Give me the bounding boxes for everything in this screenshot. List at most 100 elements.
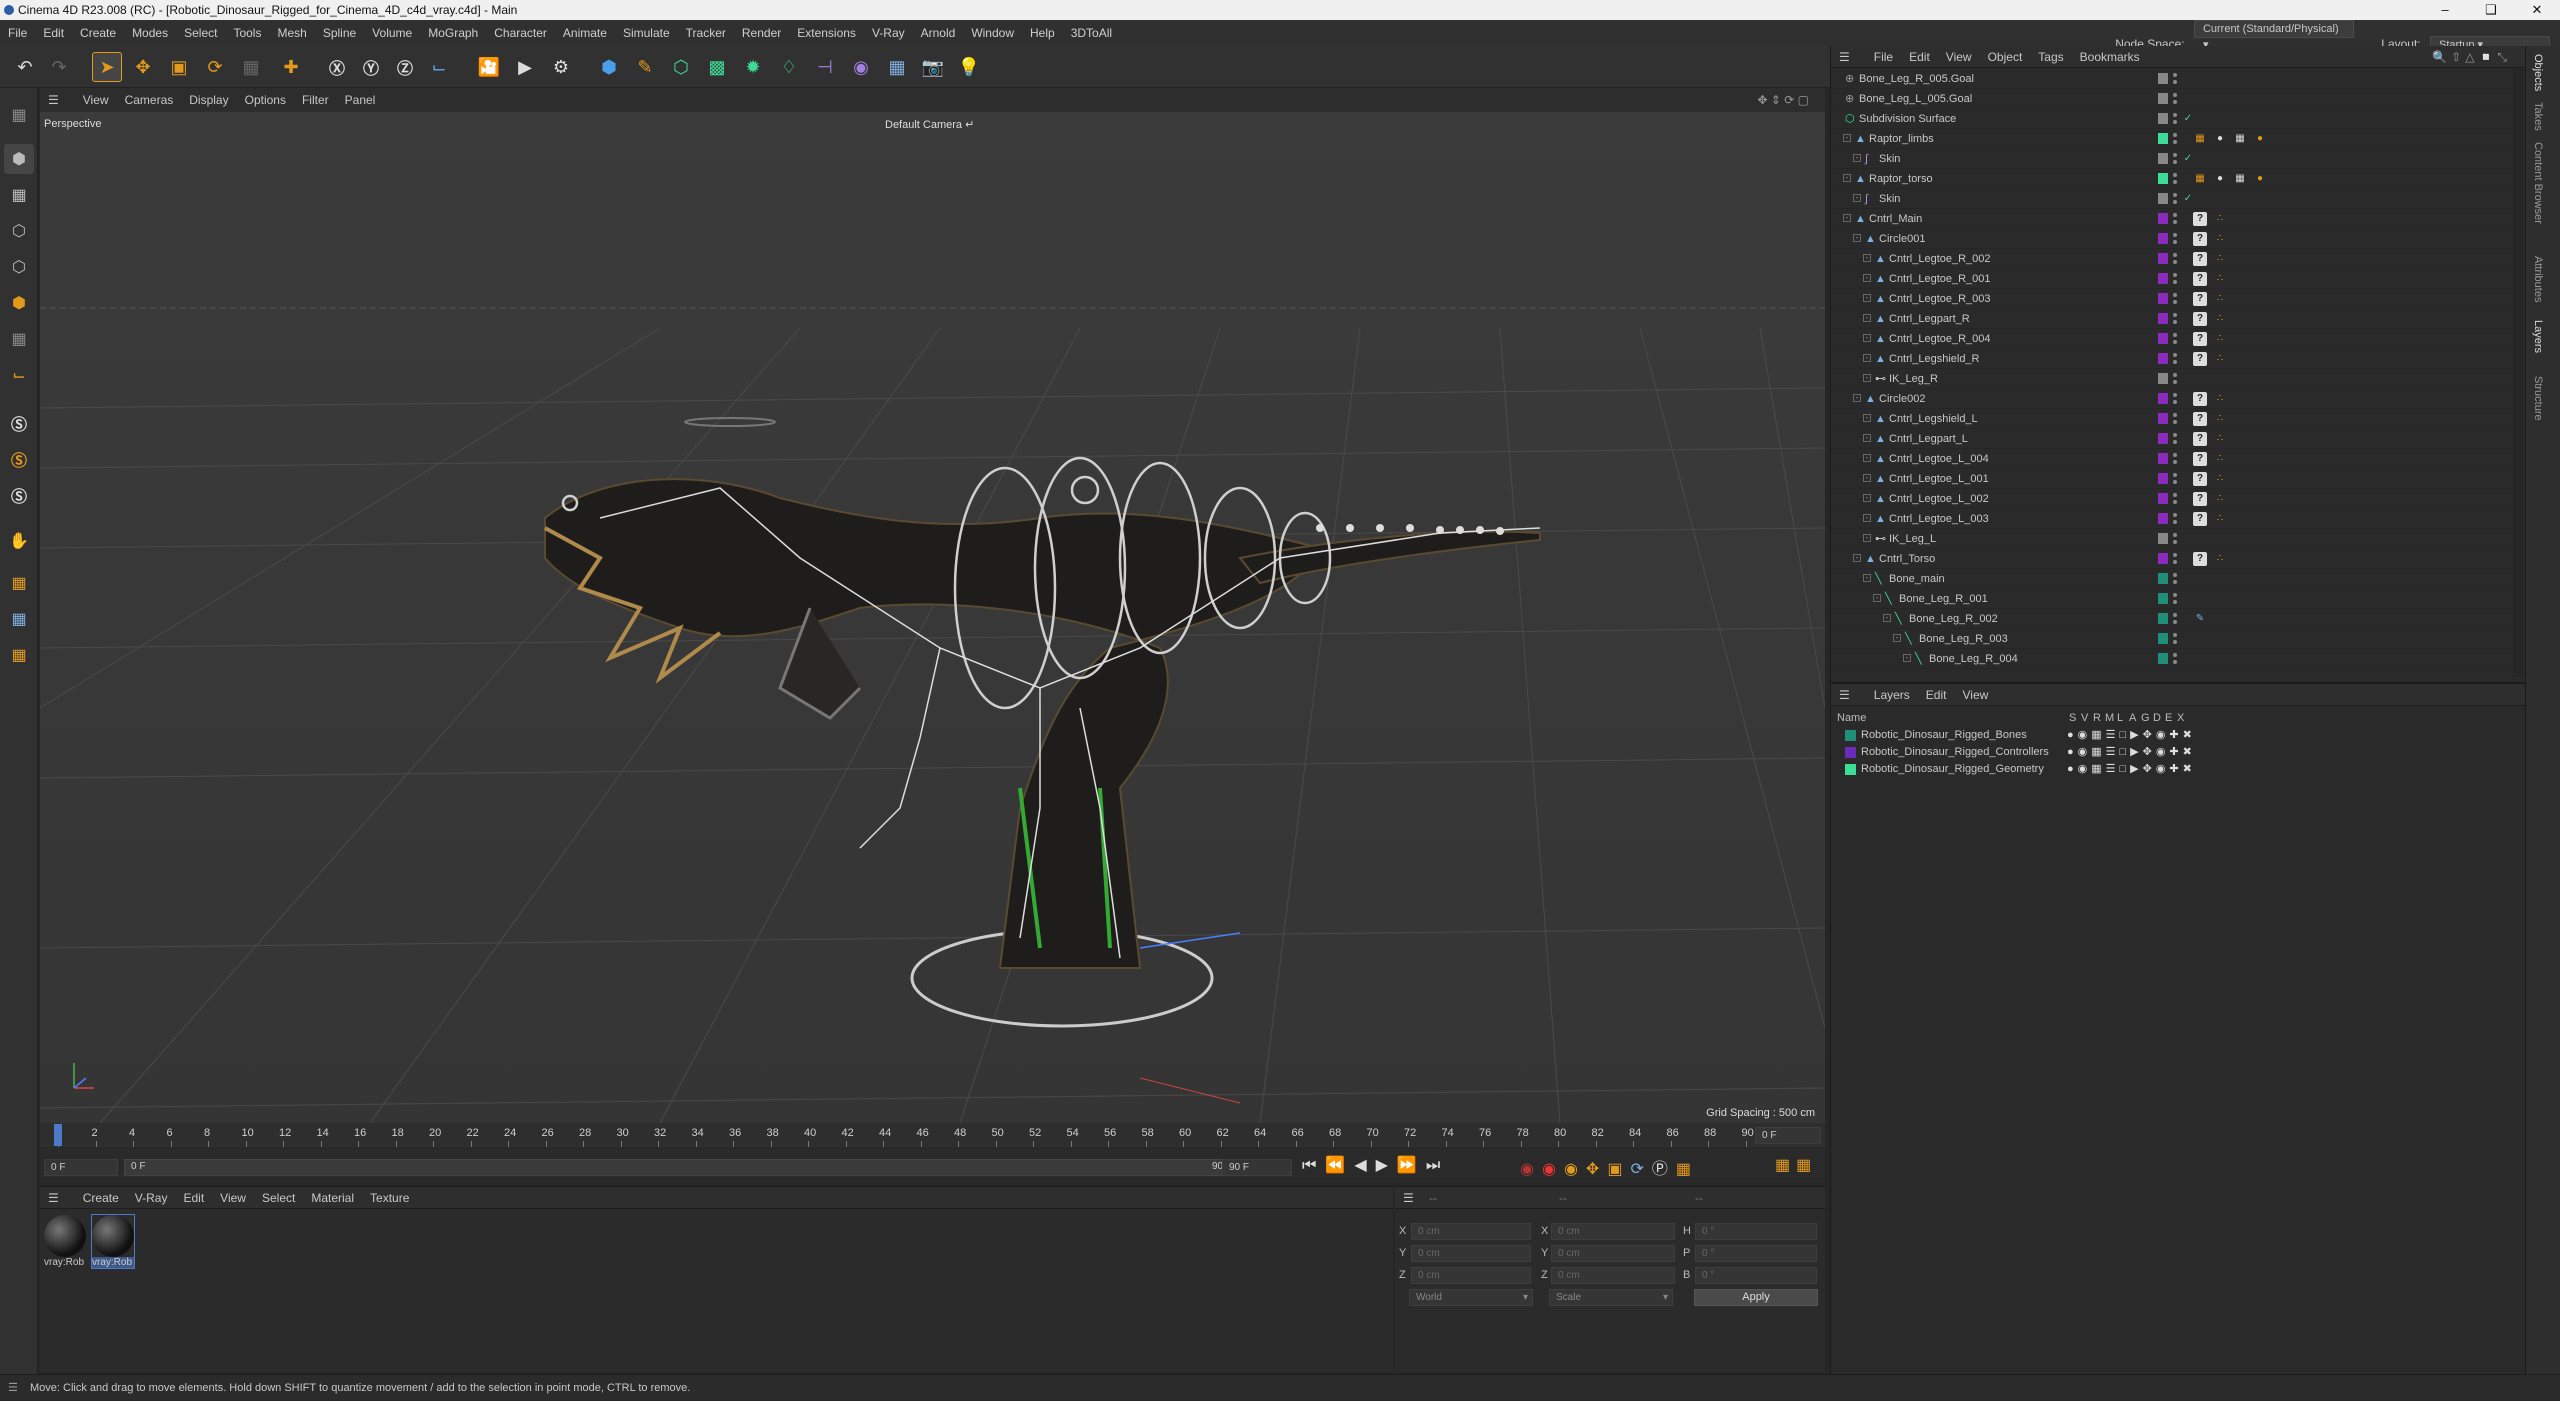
workplane-snap-icon[interactable]: Ⓢ — [4, 480, 34, 510]
question-tag-icon[interactable]: ? — [2193, 412, 2207, 426]
size-field[interactable]: 0 cm — [1551, 1223, 1675, 1240]
object-row[interactable]: - ▲ Cntrl_Legshield_R? ∴ — [1831, 349, 2511, 369]
object-search-icons[interactable]: 🔍⇧△◽⤡ — [2424, 46, 2519, 68]
layer-color-swatch[interactable] — [2158, 93, 2168, 104]
menu-window[interactable]: Window — [963, 20, 1022, 46]
checkmark-icon[interactable]: ✓ — [2181, 192, 2195, 206]
question-tag-icon[interactable]: ? — [2193, 492, 2207, 506]
visibility-dots-icon[interactable] — [2173, 532, 2177, 546]
visibility-dots-icon[interactable] — [2173, 452, 2177, 466]
object-name[interactable]: Circle002 — [1879, 389, 1925, 409]
object-row[interactable]: - ▲ Cntrl_Legtoe_L_004? ∴ — [1831, 449, 2511, 469]
xpresso-tag-icon[interactable]: ∴ — [2213, 312, 2227, 326]
rotation-field[interactable]: 0 ° — [1695, 1267, 1817, 1284]
tree-expander-icon[interactable]: - — [1853, 154, 1861, 162]
menu-animate[interactable]: Animate — [555, 20, 615, 46]
visibility-dots-icon[interactable] — [2173, 72, 2177, 86]
redo-icon[interactable]: ↷ — [44, 52, 74, 82]
material-tag-icon[interactable]: ▦ — [2233, 172, 2247, 186]
object-name[interactable]: Cntrl_Main — [1869, 209, 1922, 229]
keyframe-controls[interactable]: ◉◉◉✥▣⟳Ⓟ▦ — [1520, 1155, 1699, 1179]
playhead[interactable] — [54, 1124, 62, 1146]
object-name[interactable]: Cntrl_Legtoe_R_001 — [1889, 269, 1991, 289]
visibility-dots-icon[interactable] — [2173, 152, 2177, 166]
viewport-menu-cameras[interactable]: Cameras — [117, 88, 182, 112]
object-row[interactable]: - ╲ Bone_Leg_R_001 — [1831, 589, 2511, 609]
add-icon[interactable]: ✚ — [276, 52, 306, 82]
playback-controls[interactable]: ⏮⏪◀▶⏩⏭ — [1302, 1155, 1449, 1175]
menu-volume[interactable]: Volume — [364, 20, 420, 46]
grid-icon[interactable]: ▦ — [4, 604, 34, 634]
material-tag-icon[interactable]: ▦ — [2233, 132, 2247, 146]
layer-name[interactable]: Robotic_Dinosaur_Rigged_Bones — [1861, 727, 2027, 744]
object-row[interactable]: - ╲ Bone_Leg_R_002 ✎ — [1831, 609, 2511, 629]
object-scrollbar[interactable] — [2513, 69, 2523, 677]
question-tag-icon[interactable]: ? — [2193, 312, 2207, 326]
visibility-dots-icon[interactable] — [2173, 372, 2177, 386]
object-menu-view[interactable]: View — [1938, 46, 1980, 68]
layer-color-swatch[interactable] — [2158, 373, 2168, 384]
coordinate-system-icon[interactable]: ⌙ — [424, 52, 454, 82]
visibility-dots-icon[interactable] — [2173, 432, 2177, 446]
object-row[interactable]: - ∫ Skin ✓ — [1831, 149, 2511, 169]
scale-icon[interactable]: ▣ — [164, 52, 194, 82]
tree-expander-icon[interactable]: - — [1843, 214, 1851, 222]
object-name[interactable]: Bone_Leg_R_003 — [1919, 629, 2008, 649]
xpresso-tag-icon[interactable]: ∴ — [2213, 392, 2227, 406]
viewport-menu-display[interactable]: Display — [181, 88, 236, 112]
visibility-dots-icon[interactable] — [2173, 172, 2177, 186]
visibility-dots-icon[interactable] — [2173, 232, 2177, 246]
object-name[interactable]: Skin — [1879, 149, 1900, 169]
material-hamburger-icon[interactable]: ☰ — [40, 1187, 67, 1209]
axis-mode-icon[interactable]: ⌙ — [4, 360, 34, 390]
viewport-camera-label[interactable]: Default Camera ↵ — [885, 118, 974, 131]
size-field[interactable]: 0 cm — [1551, 1245, 1675, 1262]
layer-color-swatch[interactable] — [2158, 293, 2168, 304]
snap-settings-icon[interactable]: Ⓢ — [4, 444, 34, 474]
position-field[interactable]: 0 cm — [1411, 1267, 1531, 1284]
visibility-dots-icon[interactable] — [2173, 592, 2177, 606]
menu-mesh[interactable]: Mesh — [269, 20, 314, 46]
object-row[interactable]: - ▲ Cntrl_Legtoe_R_004? ∴ — [1831, 329, 2511, 349]
question-tag-icon[interactable]: ? — [2193, 392, 2207, 406]
object-name[interactable]: Bone_Leg_R_002 — [1909, 609, 1998, 629]
layer-color-swatch[interactable] — [2158, 413, 2168, 424]
object-name[interactable]: Cntrl_Legtoe_L_004 — [1889, 449, 1989, 469]
material-tag-icon[interactable]: ● — [2213, 172, 2227, 186]
tree-expander-icon[interactable]: - — [1863, 354, 1871, 362]
object-name[interactable]: Cntrl_Legtoe_L_001 — [1889, 469, 1989, 489]
xpresso-tag-icon[interactable]: ∴ — [2213, 332, 2227, 346]
object-menu-file[interactable]: File — [1866, 46, 1901, 68]
rotation-field[interactable]: 0 ° — [1695, 1245, 1817, 1262]
visibility-dots-icon[interactable] — [2173, 492, 2177, 506]
question-tag-icon[interactable]: ? — [2193, 272, 2207, 286]
object-row[interactable]: - ∫ Skin ✓ — [1831, 189, 2511, 209]
layer-color-swatch[interactable] — [2158, 653, 2168, 664]
layer-color-swatch[interactable] — [2158, 133, 2168, 144]
layer-color-swatch[interactable] — [2158, 393, 2168, 404]
question-tag-icon[interactable]: ? — [2193, 512, 2207, 526]
visibility-dots-icon[interactable] — [2173, 112, 2177, 126]
layer-row[interactable]: Robotic_Dinosaur_Rigged_Bones ●◉▦☰□▶✥◉✚✖ — [1831, 727, 2525, 744]
menu-mograph[interactable]: MoGraph — [420, 20, 486, 46]
visibility-dots-icon[interactable] — [2173, 652, 2177, 666]
visibility-dots-icon[interactable] — [2173, 92, 2177, 106]
object-name[interactable]: Cntrl_Legtoe_L_003 — [1889, 509, 1989, 529]
menu-v-ray[interactable]: V-Ray — [864, 20, 913, 46]
tab-structure[interactable]: Structure — [2532, 376, 2544, 421]
xpresso-tag-icon[interactable]: ∴ — [2213, 232, 2227, 246]
viewport-menu-view[interactable]: View — [75, 88, 117, 112]
timeline-layout-icons[interactable]: ▦▦ — [1775, 1155, 1817, 1175]
visibility-dots-icon[interactable] — [2173, 552, 2177, 566]
object-menu-object[interactable]: Object — [1980, 46, 2031, 68]
position-field[interactable]: 0 cm — [1411, 1223, 1531, 1240]
tree-expander-icon[interactable]: - — [1903, 654, 1911, 662]
layer-color-swatch[interactable] — [2158, 313, 2168, 324]
object-name[interactable]: Cntrl_Legtoe_L_002 — [1889, 489, 1989, 509]
layer-color-swatch[interactable] — [2158, 213, 2168, 224]
object-name[interactable]: Raptor_limbs — [1869, 129, 1934, 149]
cube-icon[interactable]: ⬢ — [594, 52, 624, 82]
object-row[interactable]: - ▲ Cntrl_Legtoe_L_002? ∴ — [1831, 489, 2511, 509]
object-name[interactable]: Bone_Leg_R_005.Goal — [1859, 69, 1974, 89]
xpresso-tag-icon[interactable]: ∴ — [2213, 292, 2227, 306]
